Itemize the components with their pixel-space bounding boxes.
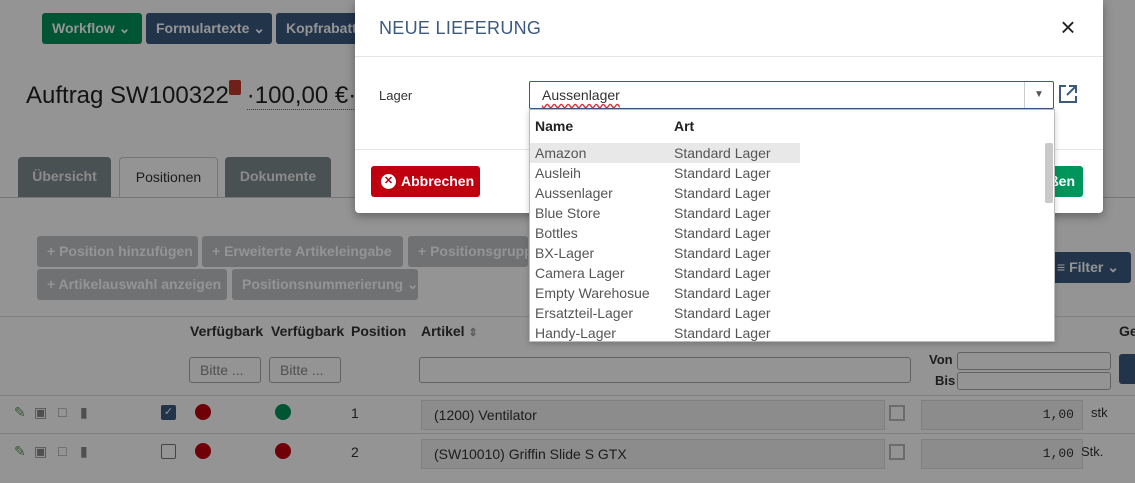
dropdown-option[interactable]: Aussenlager Standard Lager (530, 183, 800, 203)
dropdown-option[interactable]: Empty Warehosue Standard Lager (530, 283, 800, 303)
dropdown-col-name: Name (535, 118, 574, 134)
option-art: Standard Lager (674, 285, 771, 301)
option-art: Standard Lager (674, 165, 771, 181)
close-icon[interactable]: × (1055, 14, 1081, 40)
cancel-label: Abbrechen (401, 173, 475, 189)
close-circle-icon: ✕ (381, 174, 396, 189)
dropdown-option[interactable]: Camera Lager Standard Lager (530, 263, 800, 283)
option-name: Aussenlager (535, 185, 613, 201)
option-art: Standard Lager (674, 265, 771, 281)
option-name: Blue Store (535, 205, 601, 221)
option-name: Handy-Lager (535, 325, 616, 341)
option-name: Empty Warehosue (535, 285, 650, 301)
dropdown-option[interactable]: Blue Store Standard Lager (530, 203, 800, 223)
option-art: Standard Lager (674, 225, 771, 241)
lager-label: Lager (379, 88, 413, 103)
lager-select-value: Aussenlager (542, 87, 620, 103)
cancel-button[interactable]: ✕ Abbrechen (371, 166, 480, 197)
dropdown-scrollbar[interactable] (1045, 143, 1053, 203)
dropdown-option[interactable]: Handy-Lager Standard Lager (530, 323, 800, 341)
option-name: Ausleih (535, 165, 581, 181)
option-art: Standard Lager (674, 325, 771, 341)
dropdown-col-art: Art (674, 118, 695, 134)
modal-header-divider (355, 56, 1103, 57)
option-art: Standard Lager (674, 205, 771, 221)
option-name: Camera Lager (535, 265, 625, 281)
dropdown-option[interactable]: Bottles Standard Lager (530, 223, 800, 243)
dropdown-header: Name Art (530, 110, 1054, 144)
option-name: Amazon (535, 145, 587, 161)
external-link-icon[interactable] (1057, 83, 1079, 105)
lager-dropdown-list[interactable]: Name Art Amazon Standard Lager Ausleih S… (529, 109, 1055, 342)
dropdown-option[interactable]: Ausleih Standard Lager (530, 163, 800, 183)
option-art: Standard Lager (674, 185, 771, 201)
option-art: Standard Lager (674, 145, 771, 161)
option-art: Standard Lager (674, 305, 771, 321)
dropdown-option[interactable]: BX-Lager Standard Lager (530, 243, 800, 263)
option-name: Ersatzteil-Lager (535, 305, 634, 321)
lager-select[interactable]: Aussenlager ▼ (529, 81, 1054, 109)
caret-down-icon[interactable]: ▼ (1024, 82, 1053, 108)
modal-title: NEUE LIEFERUNG (379, 18, 542, 38)
dropdown-option[interactable]: Amazon Standard Lager (530, 143, 800, 163)
option-name: Bottles (535, 225, 578, 241)
option-name: BX-Lager (535, 245, 595, 261)
dropdown-option[interactable]: Ersatzteil-Lager Standard Lager (530, 303, 800, 323)
option-art: Standard Lager (674, 245, 771, 261)
